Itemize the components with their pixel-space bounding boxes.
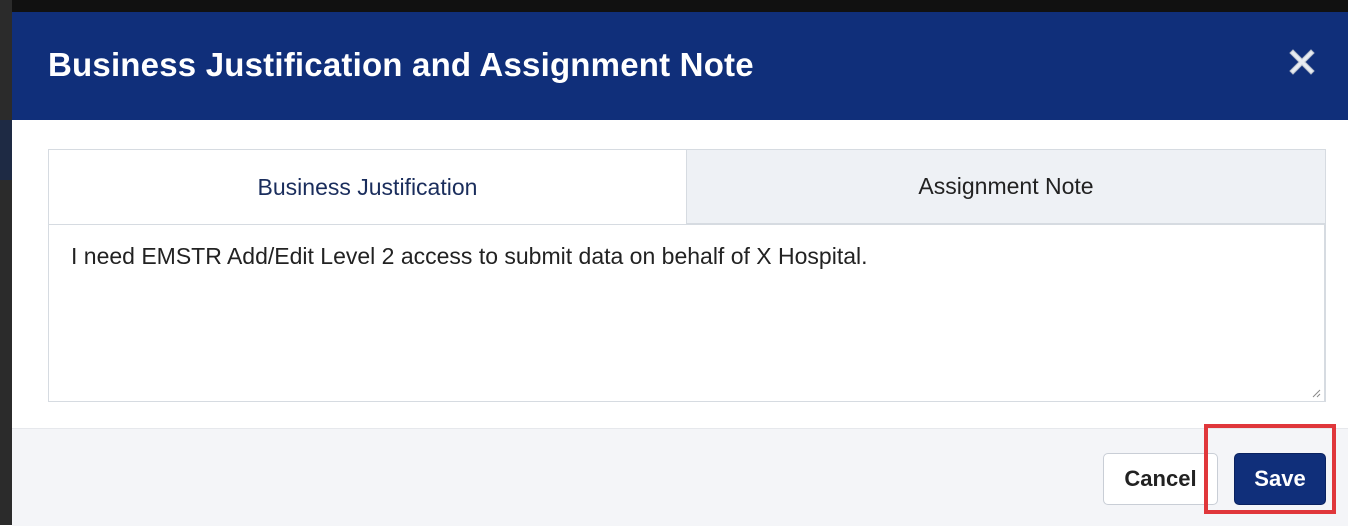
tab-bar: Business Justification Assignment Note — [49, 150, 1325, 224]
save-button[interactable]: Save — [1234, 453, 1326, 505]
tabs-panel: Business Justification Assignment Note I… — [48, 149, 1326, 402]
modal-footer: Cancel Save — [12, 428, 1348, 526]
modal-header: Business Justification and Assignment No… — [12, 12, 1348, 120]
close-button[interactable] — [1282, 42, 1322, 82]
background-accent — [0, 120, 12, 180]
tab-assignment-note[interactable]: Assignment Note — [687, 150, 1325, 224]
business-justification-textarea[interactable]: I need EMSTR Add/Edit Level 2 access to … — [49, 224, 1325, 401]
cancel-button[interactable]: Cancel — [1103, 453, 1218, 505]
tab-business-justification[interactable]: Business Justification — [49, 150, 687, 224]
modal-title: Business Justification and Assignment No… — [48, 46, 754, 83]
background-edge-left — [0, 0, 12, 525]
background-edge-top — [0, 0, 1348, 12]
justification-modal: Business Justification and Assignment No… — [12, 12, 1348, 526]
resize-handle-icon[interactable] — [1311, 388, 1321, 398]
close-icon — [1289, 49, 1315, 75]
business-justification-text: I need EMSTR Add/Edit Level 2 access to … — [71, 243, 868, 269]
